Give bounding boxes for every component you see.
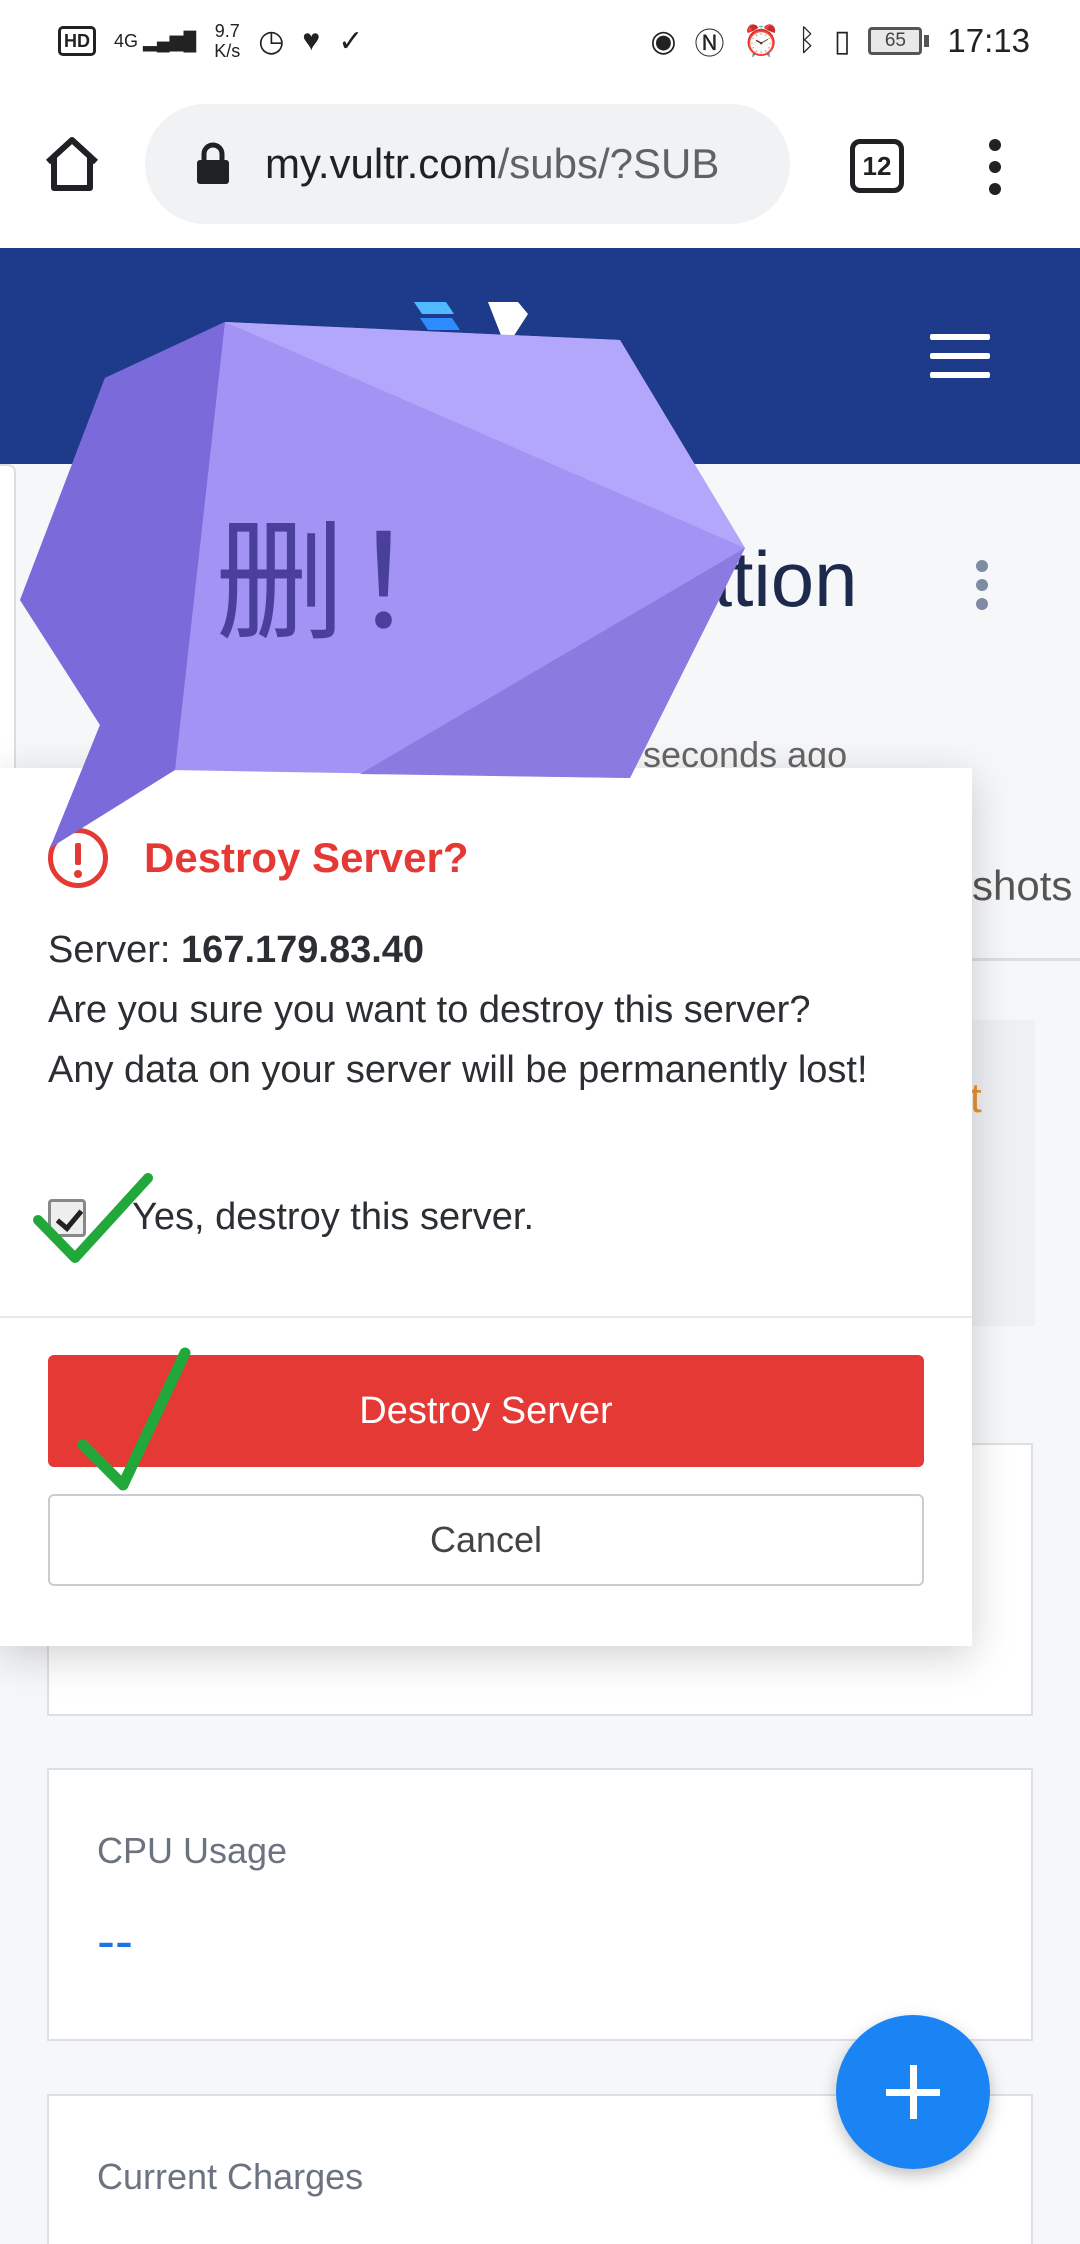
nfc-icon: Ⓝ [694, 28, 725, 61]
alarm-icon: ⏰ [742, 24, 780, 58]
more-options-icon[interactable] [976, 560, 990, 610]
home-icon[interactable] [42, 134, 102, 194]
cpu-usage-value: -- [97, 1911, 133, 1971]
network-speed: 9.7 K/s [214, 21, 240, 61]
current-charges-value: $0.01 [97, 2236, 232, 2244]
browser-menu-icon[interactable] [985, 139, 1005, 195]
dialog-divider [0, 1316, 972, 1318]
v-app-icon: ✓ [338, 24, 364, 58]
dialog-body: Server: 167.179.83.40 Are you sure you w… [48, 920, 928, 1100]
confirm-label[interactable]: Yes, destroy this server. [132, 1196, 534, 1239]
cpu-usage-card: CPU Usage -- [47, 1768, 1033, 2041]
tab-snapshots[interactable]: shots [972, 862, 1072, 910]
cancel-button[interactable]: Cancel [48, 1494, 924, 1586]
browser-toolbar: my.vultr.com/subs/?SUB 12 [0, 82, 1080, 248]
status-right: ◉ Ⓝ ⏰ ᛒ ▯ 65 17:13 [650, 19, 1030, 63]
current-charges-label: Current Charges [97, 2156, 364, 2197]
confirm-question: Are you sure you want to destroy this se… [48, 989, 811, 1031]
hamburger-menu-icon[interactable] [930, 334, 990, 378]
speed-value: 9.7 [214, 21, 240, 41]
cpu-usage-label: CPU Usage [97, 1830, 288, 1871]
data-loss-warning: Any data on your server will be permanen… [48, 1049, 868, 1091]
battery-level: 65 [868, 27, 923, 55]
speed-unit: K/s [214, 41, 241, 61]
green-check-icon [33, 1173, 153, 1263]
url-host: my.vultr.com [265, 140, 498, 187]
status-left: HD 4G ▂▄▆█ 9.7 K/s ◷ ♥ ✓ [58, 21, 363, 61]
url-text: my.vultr.com/subs/?SUB [265, 140, 719, 188]
server-label: Server: [48, 929, 171, 971]
url-path: /subs/?SUB [497, 140, 720, 187]
sticker-text: 删！ [215, 507, 488, 659]
vibrate-icon: ▯ [833, 24, 851, 58]
battery-icon: 65 [868, 27, 930, 55]
server-ip: 167.179.83.40 [181, 929, 425, 971]
tab-switcher-button[interactable]: 12 [850, 139, 904, 193]
add-fab-button[interactable] [836, 2015, 990, 2169]
timer-icon: ◷ [258, 24, 285, 58]
lock-icon [197, 142, 229, 184]
green-check-icon [77, 1347, 191, 1491]
clock: 17:13 [947, 22, 1030, 59]
status-bar: HD 4G ▂▄▆█ 9.7 K/s ◷ ♥ ✓ ◉ Ⓝ ⏰ ᛒ ▯ 65 17:… [0, 0, 1080, 82]
signal-icon: 4G ▂▄▆█ [114, 31, 197, 51]
bluetooth-icon: ᛒ [797, 24, 816, 57]
eye-icon: ◉ [650, 24, 677, 58]
server-line: Server: 167.179.83.40 [48, 920, 928, 980]
hd-badge: HD [58, 26, 96, 56]
signal-label: 4G [114, 31, 139, 51]
tab-divider [960, 958, 1080, 961]
address-bar[interactable]: my.vultr.com/subs/?SUB [145, 104, 790, 224]
health-icon: ♥ [302, 24, 321, 57]
